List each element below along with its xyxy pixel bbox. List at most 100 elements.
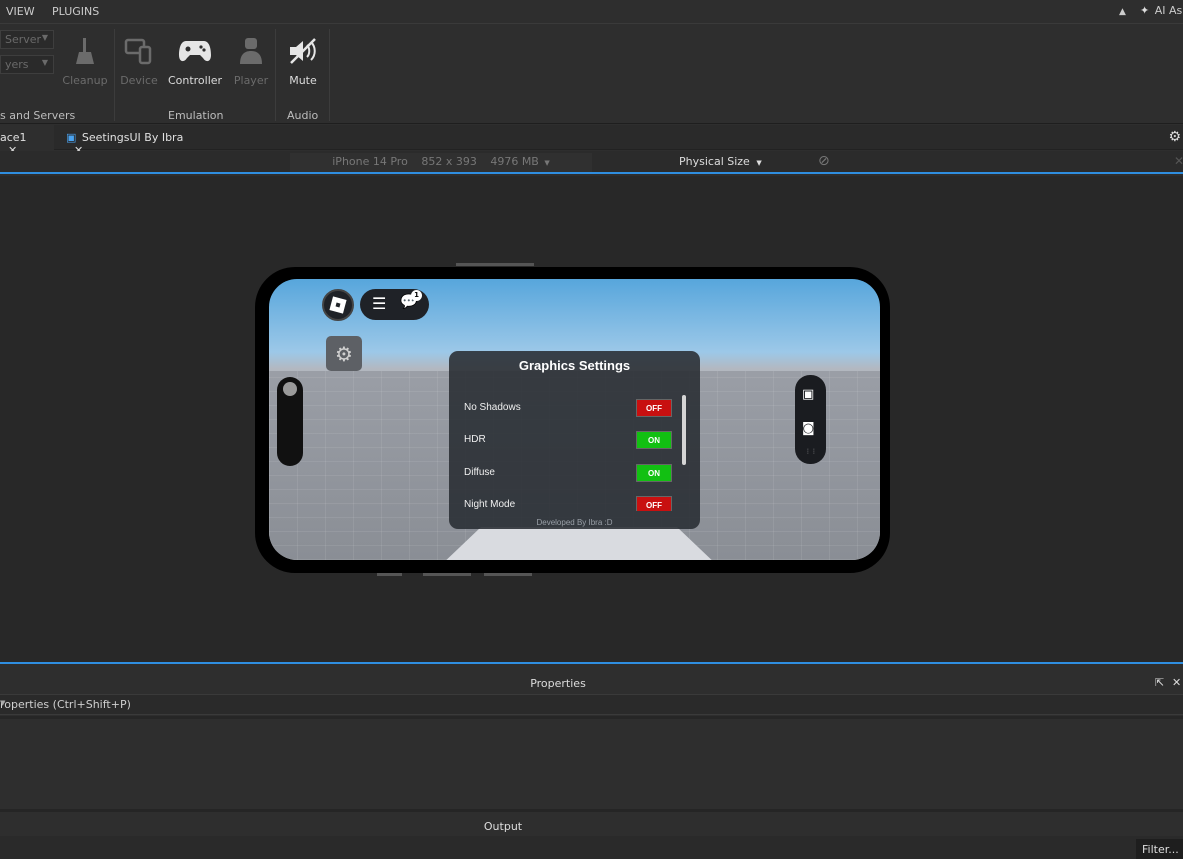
top-bar-pill: ☰ 💬 1 — [360, 289, 429, 320]
toggle-button[interactable]: OFF — [636, 399, 672, 417]
controller-button[interactable]: Controller — [166, 33, 224, 87]
menu-plugins[interactable]: PLUGINS — [52, 5, 99, 18]
chevron-down-icon[interactable]: ▼ — [0, 699, 1181, 707]
roblox-menu-button[interactable] — [322, 289, 354, 321]
server-dropdown[interactable]: Server ▼ — [0, 30, 54, 49]
setting-row-night-mode: Night Mode OFF — [455, 494, 687, 511]
players-dropdown[interactable]: yers ▼ — [0, 55, 54, 74]
output-toolbar: Filter... — [0, 836, 1183, 859]
output-title: Output — [483, 820, 523, 833]
script-icon: ▣ — [66, 131, 77, 144]
roblox-logo-icon — [329, 296, 347, 314]
properties-list — [0, 716, 1183, 808]
chevron-down-icon: ▼ — [756, 159, 762, 167]
sparkle-icon: ✦ — [1140, 4, 1150, 17]
setting-label: Diffuse — [464, 467, 495, 478]
toggle-button[interactable]: ON — [636, 431, 672, 449]
camera-capture-icon[interactable]: ◙ — [802, 421, 815, 436]
notification-badge: 1 — [411, 290, 422, 301]
drag-handle-icon[interactable]: ⋮⋮ — [805, 448, 817, 455]
chevron-down-icon: ▼ — [41, 33, 48, 42]
size-mode-label: Physical Size — [679, 155, 750, 168]
setting-label: HDR — [464, 434, 486, 445]
spawn-platform — [439, 527, 719, 560]
emulation-group-label: Emulation — [168, 109, 224, 122]
left-control-pill[interactable] — [277, 377, 303, 466]
toggle-button[interactable]: OFF — [636, 496, 672, 511]
audio-group-label: Audio — [287, 109, 319, 122]
server-dropdown-value: Server — [5, 33, 42, 46]
hamburger-menu-icon[interactable]: ☰ — [372, 294, 386, 313]
players-dropdown-value: yers — [5, 58, 29, 71]
settings-gear-button[interactable]: ⚙ — [326, 336, 362, 371]
device-button[interactable]: Device — [118, 33, 160, 87]
output-panel-header: Output — [0, 809, 1183, 836]
output-filter-input[interactable]: Filter... — [1136, 839, 1183, 859]
gear-icon[interactable]: ⚙ — [1168, 129, 1181, 145]
properties-filter-input[interactable]: roperties (Ctrl+Shift+P) ▼ — [0, 695, 1183, 715]
phone-volume-down — [484, 573, 532, 576]
group-divider — [329, 29, 330, 121]
group-divider — [275, 29, 276, 121]
speaker-muted-icon — [283, 33, 323, 69]
graphics-settings-panel: Graphics Settings No Shadows OFF HDR ON … — [449, 351, 700, 529]
screenshot-toolbar: ▣ ◙ ⋮⋮ — [795, 375, 826, 464]
scrollbar[interactable] — [682, 395, 686, 465]
phone-side-button — [377, 573, 402, 576]
size-mode-dropdown[interactable]: Physical Size ▼ — [679, 155, 762, 168]
collapse-ribbon-icon[interactable]: ▲ — [1119, 7, 1126, 17]
device-memory: 4976 MB — [490, 155, 539, 168]
cleanup-button[interactable]: Cleanup — [62, 33, 108, 87]
gamepad-icon — [175, 33, 215, 69]
tab-label: SeetingsUI By Ibra — [81, 131, 184, 144]
person-icon — [231, 33, 271, 69]
properties-panel-header: Properties ⇱ ✕ — [0, 672, 1183, 695]
setting-row-no-shadows: No Shadows OFF — [455, 397, 687, 421]
tab-label: ace1 — [0, 131, 27, 144]
panel-title: Graphics Settings — [518, 358, 631, 373]
undock-icon[interactable]: ⇱ — [1155, 676, 1164, 689]
clients-servers-group-label: s and Servers — [0, 109, 76, 122]
chevron-down-icon: ▼ — [544, 159, 550, 167]
ribbon-toolbar: Server ▼ yers ▼ Cleanup s and Servers De… — [0, 25, 1183, 124]
setting-label: No Shadows — [464, 402, 521, 413]
phone-power-button — [456, 263, 534, 266]
close-icon[interactable]: ✕ — [1172, 676, 1181, 689]
rotate-icon[interactable]: ⊘ — [818, 153, 830, 169]
properties-title: Properties — [530, 677, 586, 690]
tab-settings-ui[interactable]: ▣ SeetingsUI By Ibra ✕ — [58, 125, 208, 157]
ai-assistant-button[interactable]: ✦ AI As — [1140, 4, 1182, 17]
setting-row-diffuse: Diffuse ON — [455, 462, 687, 486]
settings-list[interactable]: No Shadows OFF HDR ON Diffuse ON Night M… — [455, 395, 687, 511]
gear-icon: ⚙ — [335, 341, 353, 366]
cleanup-label: Cleanup — [62, 74, 108, 87]
setting-label: Night Mode — [464, 499, 516, 510]
device-selector[interactable]: iPhone 14 Pro 852 x 393 4976 MB ▼ — [290, 153, 592, 172]
device-label: Device — [120, 74, 158, 87]
screenshot-icon[interactable]: ▣ — [802, 387, 814, 402]
broom-icon — [65, 33, 105, 69]
document-tab-bar: ace1 ✕ ▣ SeetingsUI By Ibra ✕ ⚙ — [0, 125, 1183, 157]
player-button[interactable]: Player — [231, 33, 271, 87]
player-label: Player — [233, 74, 269, 87]
developer-credit: Developed By Ibra :D — [536, 518, 613, 527]
device-emulation-bar: iPhone 14 Pro 852 x 393 4976 MB ▼ Physic… — [0, 151, 1183, 174]
mute-button[interactable]: Mute — [283, 33, 323, 87]
chevron-down-icon: ▼ — [41, 58, 48, 67]
menu-bar: VIEW PLUGINS ▲ ✦ AI As — [0, 0, 1183, 24]
toggle-button[interactable]: ON — [636, 464, 672, 482]
phone-volume-up — [423, 573, 471, 576]
pill-knob — [283, 382, 297, 396]
mute-label: Mute — [289, 74, 317, 87]
device-resolution: 852 x 393 — [421, 155, 477, 168]
phone-screen[interactable]: ☰ 💬 1 ⚙ ▣ ◙ ⋮⋮ Graphics Settings No Shad… — [269, 279, 880, 560]
device-icon — [119, 33, 159, 69]
close-icon[interactable]: ✕ — [1174, 154, 1183, 168]
group-divider — [114, 29, 115, 121]
tab-place1[interactable]: ace1 ✕ — [0, 125, 54, 157]
setting-row-hdr: HDR ON — [455, 429, 687, 453]
ai-assistant-label: AI As — [1154, 4, 1183, 17]
device-name: iPhone 14 Pro — [332, 155, 408, 168]
game-viewport[interactable]: ☰ 💬 1 ⚙ ▣ ◙ ⋮⋮ Graphics Settings No Shad… — [0, 176, 1183, 664]
menu-view[interactable]: VIEW — [6, 5, 35, 18]
